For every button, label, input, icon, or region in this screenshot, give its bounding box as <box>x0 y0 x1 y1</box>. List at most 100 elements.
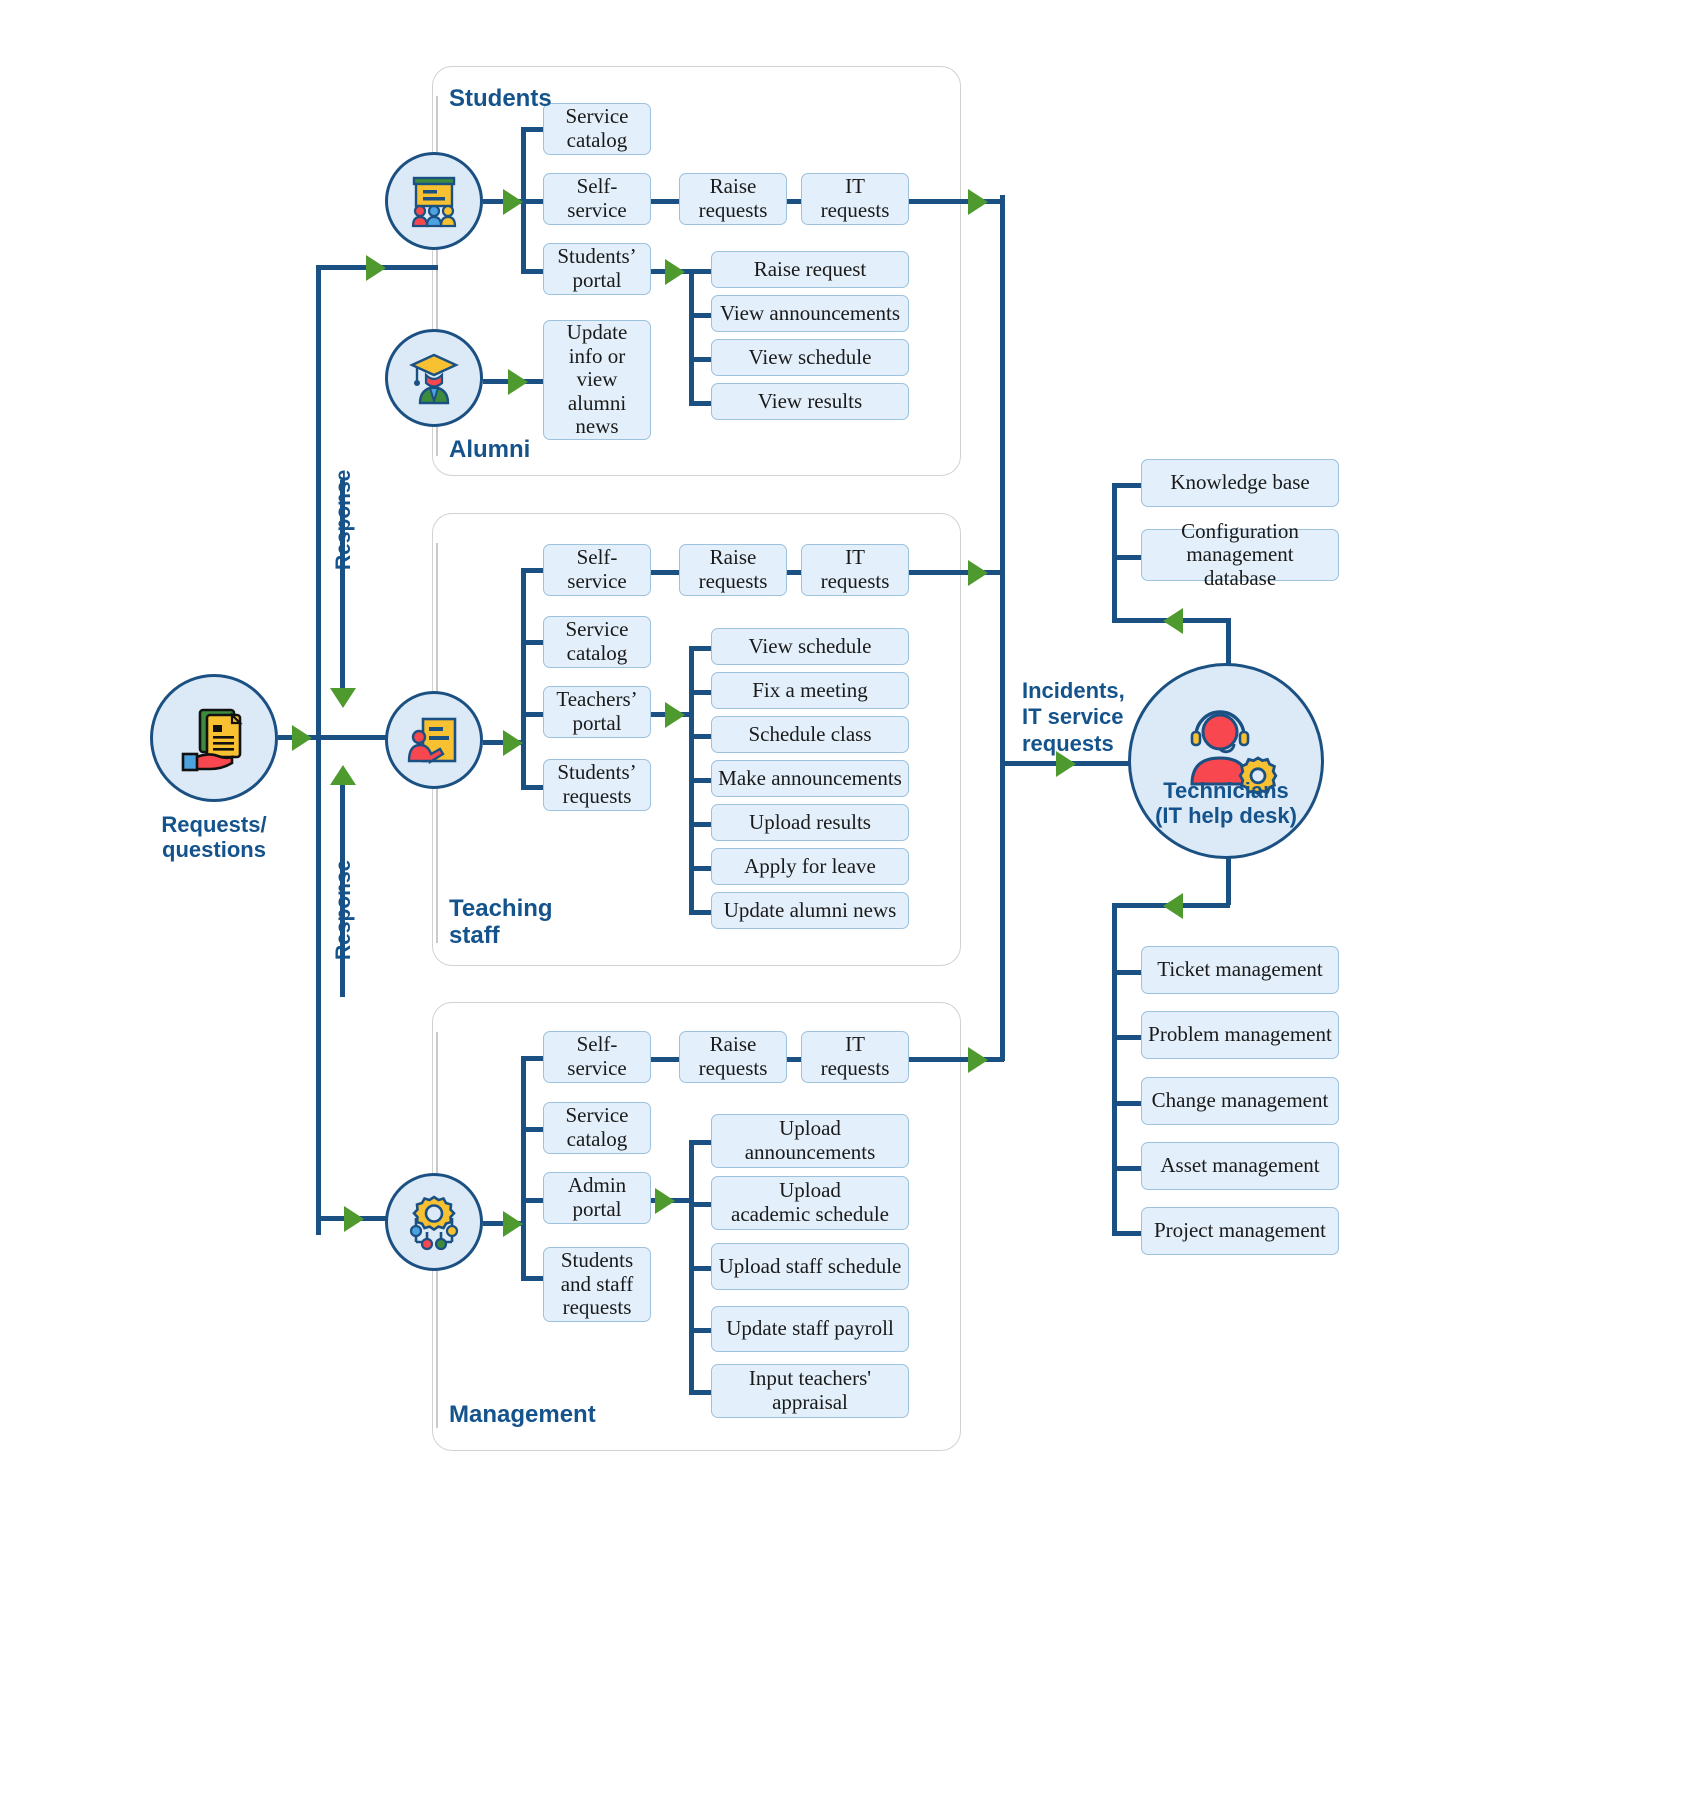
tech-box-project-management[interactable]: Project management <box>1141 1207 1339 1255</box>
management-box-service-catalog[interactable]: Service catalog <box>543 1102 651 1154</box>
students-box-it-requests[interactable]: IT requests <box>801 173 909 225</box>
students-action-raise-request[interactable]: Raise request <box>711 251 909 288</box>
connector-teaching-to-studentreq <box>521 785 545 790</box>
students-action-view-schedule[interactable]: View schedule <box>711 339 909 376</box>
teaching-box-self-service[interactable]: Self- service <box>543 544 651 596</box>
hand-documents-icon <box>181 708 243 772</box>
connector-tech-lower-3 <box>1112 1166 1142 1171</box>
connector-teaching-to-selfservice <box>521 568 545 573</box>
arrow-students-to-rightbus <box>968 189 988 215</box>
connector-teaching-action-6 <box>689 910 713 915</box>
connector-students-it-to-rightbus <box>909 199 1004 204</box>
teaching-box-teachers-portal[interactable]: Teachers’ portal <box>543 686 651 738</box>
group-title-students: Students <box>449 85 552 112</box>
requests-questions-circle <box>150 674 278 802</box>
requests-questions-label: Requests/ questions <box>161 812 267 863</box>
connector-management-it-to-rightbus <box>909 1057 1004 1062</box>
teacher-icon <box>407 717 457 765</box>
technicians-circle <box>1128 663 1324 859</box>
connector-teaching-action-2 <box>689 734 713 739</box>
connector-management-portal-trunk <box>689 1140 694 1390</box>
students-box-self-service[interactable]: Self- service <box>543 173 651 225</box>
teaching-box-students-requests[interactable]: Students’ requests <box>543 759 651 811</box>
students-box-service-catalog[interactable]: Service catalog <box>543 103 651 155</box>
connector-tech-up <box>1226 618 1231 666</box>
arrow-to-management <box>344 1206 364 1232</box>
tech-box-change-management[interactable]: Change management <box>1141 1077 1339 1125</box>
arrow-management-portal <box>655 1188 675 1214</box>
arrow-teaching-out <box>503 730 523 756</box>
students-action-view-announcements[interactable]: View announcements <box>711 295 909 332</box>
arrow-alumni-out <box>508 369 528 395</box>
teaching-action-view-schedule[interactable]: View schedule <box>711 628 909 665</box>
connector-management-to-admin <box>521 1198 545 1203</box>
connector-teaching-action-5 <box>689 866 713 871</box>
arrow-students-portal <box>665 259 685 285</box>
connector-management-action-4 <box>689 1390 713 1395</box>
tech-box-problem-management[interactable]: Problem management <box>1141 1011 1339 1059</box>
teaching-action-apply-leave[interactable]: Apply for leave <box>711 848 909 885</box>
connector-teaching-to-catalog <box>521 640 545 645</box>
teaching-action-fix-meeting[interactable]: Fix a meeting <box>711 672 909 709</box>
diagram-canvas: Requests/ questions Response Response St… <box>0 0 1700 1805</box>
teaching-action-schedule-class[interactable]: Schedule class <box>711 716 909 753</box>
management-box-raise-requests[interactable]: Raise requests <box>679 1031 787 1083</box>
management-action-upload-announcements[interactable]: Upload announcements <box>711 1114 909 1168</box>
connector-students-selfservice-to-raise <box>651 199 681 204</box>
alumni-persona-circle <box>385 329 483 427</box>
alumni-box-update-info[interactable]: Update info or view alumni news <box>543 320 651 440</box>
technicians-label: Technicians (IT help desk) <box>1155 778 1297 829</box>
connector-tech-lower-1 <box>1112 1035 1142 1040</box>
connector-management-action-0 <box>689 1140 713 1145</box>
management-action-upload-academic-schedule[interactable]: Upload academic schedule <box>711 1176 909 1230</box>
teaching-box-raise-requests[interactable]: Raise requests <box>679 544 787 596</box>
management-persona-circle <box>385 1173 483 1271</box>
management-box-self-service[interactable]: Self- service <box>543 1031 651 1083</box>
management-action-upload-staff-schedule[interactable]: Upload staff schedule <box>711 1243 909 1290</box>
arrow-origin-right <box>292 725 312 751</box>
gear-network-icon <box>409 1195 459 1251</box>
arrow-tech-up-left <box>1163 608 1183 634</box>
tech-box-knowledge-base[interactable]: Knowledge base <box>1141 459 1339 507</box>
response-label-top: Response <box>332 469 355 570</box>
management-box-students-staff-requests[interactable]: Students and staff requests <box>543 1247 651 1322</box>
teaching-action-make-announcements[interactable]: Make announcements <box>711 760 909 797</box>
connector-students-action-2 <box>689 357 713 362</box>
connector-teaching-it-to-rightbus <box>909 570 1004 575</box>
students-box-raise-requests[interactable]: Raise requests <box>679 173 787 225</box>
management-action-update-staff-payroll[interactable]: Update staff payroll <box>711 1306 909 1352</box>
tech-box-asset-management[interactable]: Asset management <box>1141 1142 1339 1190</box>
connector-management-action-2 <box>689 1266 713 1271</box>
connector-main-bus <box>316 265 321 1235</box>
connector-tech-down <box>1226 855 1231 905</box>
connector-tech-lower-0 <box>1112 970 1142 975</box>
teaching-box-it-requests[interactable]: IT requests <box>801 544 909 596</box>
connector-management-to-studentstaff <box>521 1276 545 1281</box>
arrow-teaching-portal <box>665 702 685 728</box>
tech-box-cmdb[interactable]: Configuration management database <box>1141 519 1339 590</box>
teaching-action-update-alumni-news[interactable]: Update alumni news <box>711 892 909 929</box>
connector-tech-upper-1 <box>1112 555 1142 560</box>
management-action-input-teachers-appraisal[interactable]: Input teachers' appraisal <box>711 1364 909 1418</box>
group-title-management: Management <box>449 1401 596 1428</box>
connector-teaching-action-0 <box>689 646 713 651</box>
connector-students-action-1 <box>689 313 713 318</box>
tech-box-ticket-management[interactable]: Ticket management <box>1141 946 1339 994</box>
arrow-management-out <box>503 1211 523 1237</box>
connector-teaching-action-4 <box>689 822 713 827</box>
response-label-bottom: Response <box>332 859 355 960</box>
teaching-box-service-catalog[interactable]: Service catalog <box>543 616 651 668</box>
arrow-tech-down-left <box>1163 893 1183 919</box>
students-action-view-results[interactable]: View results <box>711 383 909 420</box>
connector-students-to-catalog <box>521 127 545 132</box>
connector-students-to-selfservice <box>521 199 545 204</box>
connector-management-trunk <box>521 1056 526 1280</box>
connector-management-to-selfservice <box>521 1056 545 1061</box>
teaching-action-upload-results[interactable]: Upload results <box>711 804 909 841</box>
connector-tech-lower-4 <box>1112 1231 1142 1236</box>
students-box-students-portal[interactable]: Students’ portal <box>543 243 651 295</box>
connector-tech-upper-0 <box>1112 483 1142 488</box>
management-box-admin-portal[interactable]: Admin portal <box>543 1172 651 1224</box>
management-box-it-requests[interactable]: IT requests <box>801 1031 909 1083</box>
students-persona-circle <box>385 152 483 250</box>
